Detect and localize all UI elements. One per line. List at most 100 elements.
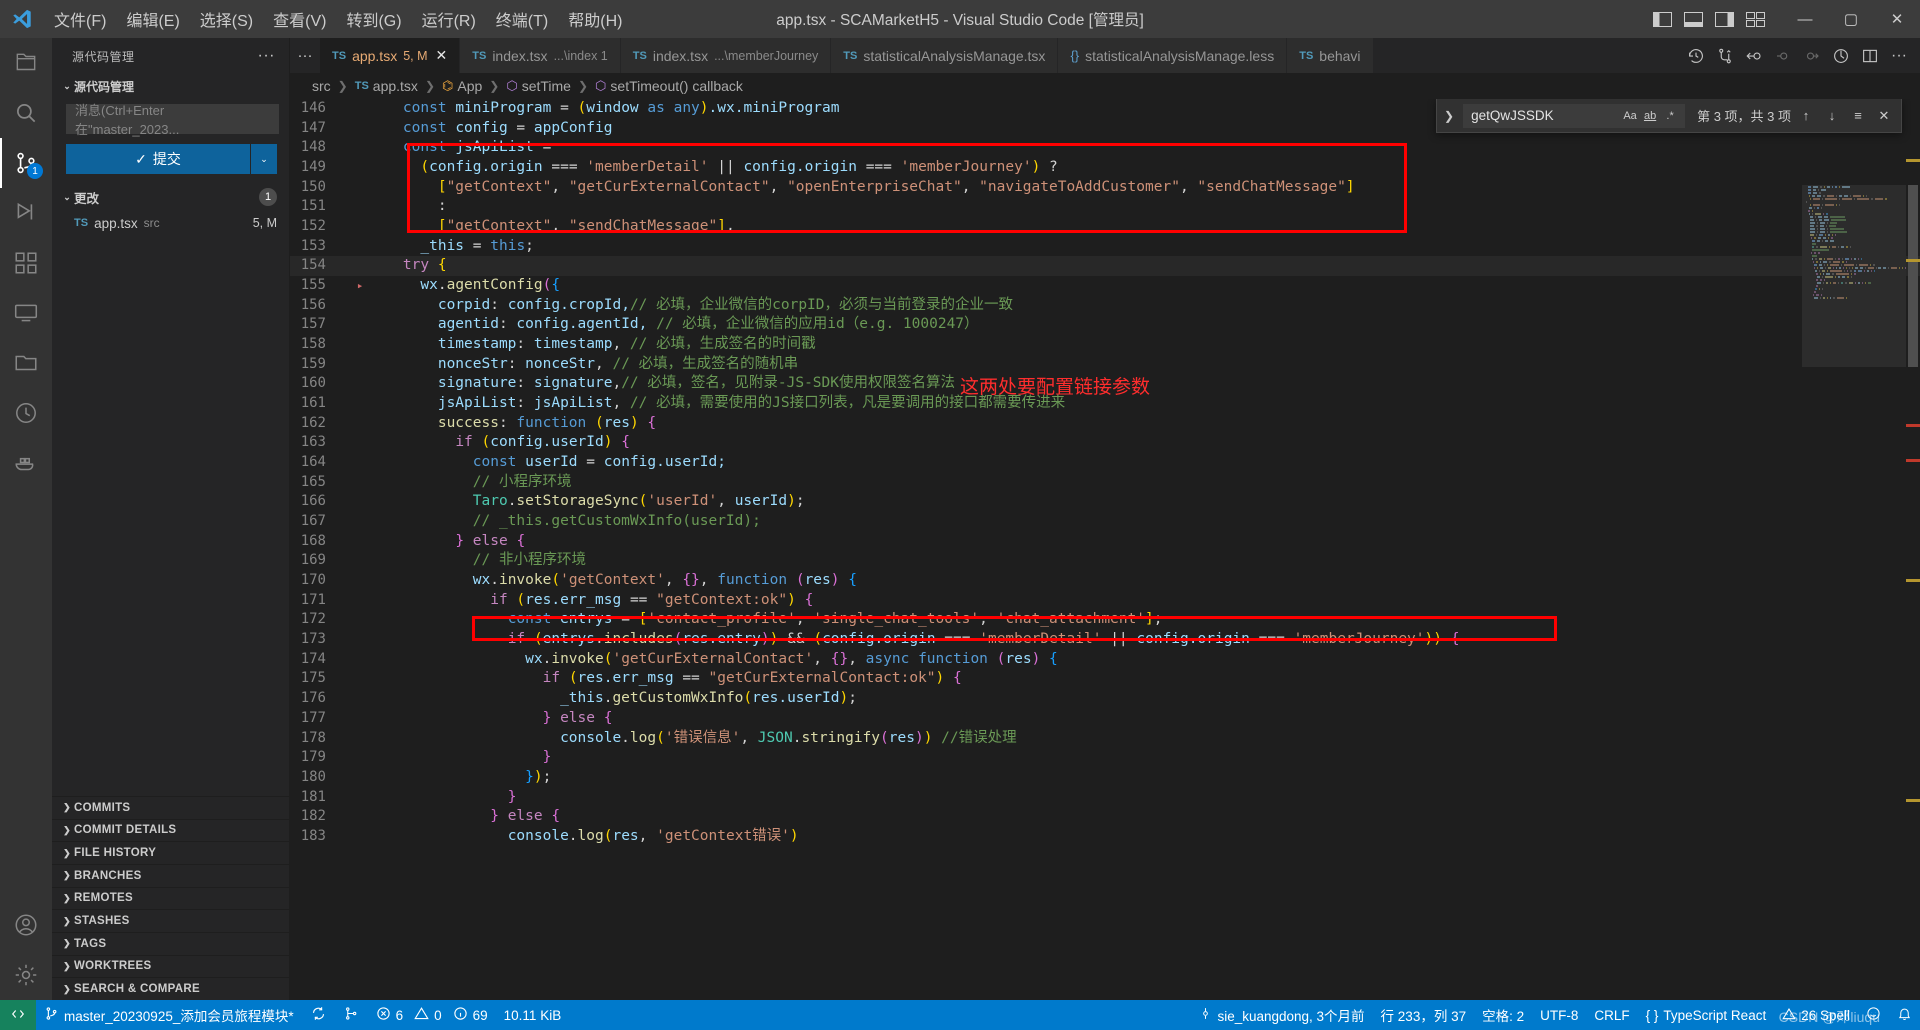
breadcrumb-settimeout-callback[interactable]: ⬡ setTimeout() callback <box>595 78 743 94</box>
line-content[interactable]: if (config.userId) { <box>368 433 1920 453</box>
line-content[interactable]: _this.getCustomWxInfo(res.userId); <box>368 689 1920 709</box>
menu-go[interactable]: 转到(G) <box>336 0 411 38</box>
activity-remote-explorer[interactable] <box>0 288 52 338</box>
panel-commits[interactable]: ❯ COMMITS <box>52 795 289 819</box>
activity-timeline[interactable] <box>0 388 52 438</box>
panel-tags[interactable]: ❯ TAGS <box>52 931 289 955</box>
code-line[interactable]: 155 ▸ wx.agentConfig({ <box>290 276 1920 296</box>
split-editor-icon[interactable] <box>1857 41 1883 71</box>
line-content[interactable]: Taro.setStorageSync('userId', userId); <box>368 492 1920 512</box>
minimap-slider[interactable] <box>1802 185 1906 367</box>
find-in-selection-icon[interactable]: ≡ <box>1847 105 1869 127</box>
match-case-icon[interactable]: Aa <box>1620 106 1640 126</box>
status-language-mode[interactable]: { } TypeScript React <box>1638 1000 1775 1030</box>
line-content[interactable]: } else { <box>368 709 1920 729</box>
line-content[interactable]: } <box>368 788 1920 808</box>
code-line[interactable]: 171 if (res.err_msg == "getContext:ok") … <box>290 591 1920 611</box>
activity-docker[interactable] <box>0 438 52 488</box>
code-line[interactable]: 170 wx.invoke('getContext', {}, function… <box>290 571 1920 591</box>
line-content[interactable]: console.log(res, 'getContext错误') <box>368 827 1920 847</box>
line-content[interactable]: : <box>368 197 1920 217</box>
status-spell-checker[interactable]: 26 Spell <box>1774 1000 1858 1030</box>
breadcrumb-app-tsx[interactable]: TS app.tsx <box>355 78 418 94</box>
toggle-panel-icon[interactable] <box>1680 6 1706 32</box>
line-content[interactable]: // 非小程序环境 <box>368 551 1920 571</box>
code-line[interactable]: 154 try { <box>290 256 1920 277</box>
code-line[interactable]: 172 const entrys = ['contact_profile', '… <box>290 610 1920 630</box>
code-line[interactable]: 152 ["getContext", "sendChatMessage"], <box>290 217 1920 237</box>
commit-message-input[interactable]: 消息(Ctrl+Enter 在"master_2023... <box>66 103 279 137</box>
status-feedback-button[interactable] <box>1858 1000 1889 1030</box>
status-git-graph-button[interactable] <box>335 1000 368 1030</box>
revert-icon[interactable] <box>1741 41 1767 71</box>
customize-layout-icon[interactable] <box>1742 6 1768 32</box>
minimap[interactable] <box>1802 99 1906 1000</box>
editor-vertical-scrollbar[interactable] <box>1906 99 1920 1000</box>
panel-worktrees[interactable]: ❯ WORKTREES <box>52 954 289 978</box>
code-line[interactable]: 176 _this.getCustomWxInfo(res.userId); <box>290 689 1920 709</box>
line-content[interactable]: _this = this; <box>368 237 1920 257</box>
line-content[interactable]: } else { <box>368 807 1920 827</box>
code-line[interactable]: 157 agentid: config.agentId, // 必填，企业微信的… <box>290 315 1920 335</box>
code-line[interactable]: 164 const userId = config.userId; <box>290 453 1920 473</box>
scm-section-title[interactable]: ⌄ 源代码管理 <box>52 74 289 98</box>
activity-search[interactable] <box>0 88 52 138</box>
find-close-icon[interactable]: ✕ <box>1873 105 1895 127</box>
toggle-replace-icon[interactable]: ❯ <box>1439 109 1459 123</box>
line-content[interactable]: if (res.err_msg == "getContext:ok") { <box>368 591 1920 611</box>
status-eol[interactable]: CRLF <box>1586 1000 1637 1030</box>
line-content[interactable]: wx.invoke('getCurExternalContact', {}, a… <box>368 650 1920 670</box>
status-sync-button[interactable] <box>302 1000 335 1030</box>
menu-file[interactable]: 文件(F) <box>44 0 116 38</box>
breadcrumb-src[interactable]: src <box>312 78 331 94</box>
line-content[interactable]: if (res.err_msg == "getCurExternalContac… <box>368 669 1920 689</box>
more-actions-icon[interactable]: ··· <box>1886 41 1912 71</box>
breadcrumb-app-class[interactable]: ⌬ App <box>442 78 482 94</box>
changes-group[interactable]: ⌄ 更改 1 <box>52 184 289 210</box>
code-line[interactable]: 179 } <box>290 748 1920 768</box>
tab-close-icon[interactable]: ✕ <box>436 47 448 64</box>
activity-settings[interactable] <box>0 950 52 1000</box>
menu-run[interactable]: 运行(R) <box>412 0 486 38</box>
code-line[interactable]: 166 Taro.setStorageSync('userId', userId… <box>290 492 1920 512</box>
find-next-icon[interactable]: ↓ <box>1821 105 1843 127</box>
scrollbar-thumb[interactable] <box>1908 185 1918 367</box>
code-line[interactable]: 165 // 小程序环境 <box>290 473 1920 493</box>
code-lines-container[interactable]: 146 const miniProgram = (window as any).… <box>290 99 1920 1000</box>
regex-icon[interactable]: .* <box>1660 106 1680 126</box>
panel-stashes[interactable]: ❯ STASHES <box>52 909 289 932</box>
compare-changes-icon[interactable] <box>1712 41 1738 71</box>
line-content[interactable]: const entrys = ['contact_profile', 'sing… <box>368 610 1920 630</box>
line-content[interactable]: // 小程序环境 <box>368 473 1920 493</box>
code-line[interactable]: 169 // 非小程序环境 <box>290 551 1920 571</box>
find-widget[interactable]: ❯ getQwJSSDK Aa ab .* 第 3 项，共 3 项 ↑ ↓ ≡ … <box>1436 99 1902 133</box>
line-content[interactable]: (config.origin === 'memberDetail' || con… <box>368 158 1920 178</box>
close-button[interactable]: ✕ <box>1874 0 1920 38</box>
code-line[interactable]: 173 if (entrys.includes(res.entry)) && (… <box>290 630 1920 650</box>
previous-change-icon[interactable] <box>1770 41 1796 71</box>
scm-file-row[interactable]: TS app.tsx src 5, M <box>52 210 289 236</box>
status-remote-button[interactable] <box>0 1000 36 1030</box>
code-line[interactable]: 167 // _this.getCustomWxInfo(userId); <box>290 512 1920 532</box>
line-content[interactable]: try { <box>368 256 1920 276</box>
activity-source-control[interactable]: 1 <box>0 138 52 188</box>
whole-word-icon[interactable]: ab <box>1640 106 1660 126</box>
panel-remotes[interactable]: ❯ REMOTES <box>52 886 289 910</box>
panel-branches[interactable]: ❯ BRANCHES <box>52 863 289 887</box>
code-line[interactable]: 177 } else { <box>290 709 1920 729</box>
activity-folder-view[interactable] <box>0 338 52 388</box>
code-line[interactable]: 156 corpid: config.cropId,// 必填，企业微信的cor… <box>290 296 1920 316</box>
code-line[interactable]: 163 if (config.userId) { <box>290 433 1920 453</box>
line-content[interactable]: corpid: config.cropId,// 必填，企业微信的corpID，… <box>368 296 1920 316</box>
code-line[interactable]: 174 wx.invoke('getCurExternalContact', {… <box>290 650 1920 670</box>
line-content[interactable]: wx.agentConfig({ <box>368 276 1920 296</box>
status-encoding[interactable]: UTF-8 <box>1532 1000 1586 1030</box>
status-git-blame[interactable]: sie_kuangdong, 3个月前 <box>1191 1000 1372 1030</box>
line-content[interactable]: success: function (res) { <box>368 414 1920 434</box>
commit-dropdown-button[interactable]: ⌄ <box>251 144 277 174</box>
tabs-overflow-icon[interactable]: ··· <box>290 38 320 73</box>
timeline-icon[interactable] <box>1828 41 1854 71</box>
minimize-button[interactable]: — <box>1782 0 1828 38</box>
find-input[interactable]: getQwJSSDK <box>1471 108 1620 123</box>
code-line[interactable]: 149 (config.origin === 'memberDetail' ||… <box>290 158 1920 178</box>
